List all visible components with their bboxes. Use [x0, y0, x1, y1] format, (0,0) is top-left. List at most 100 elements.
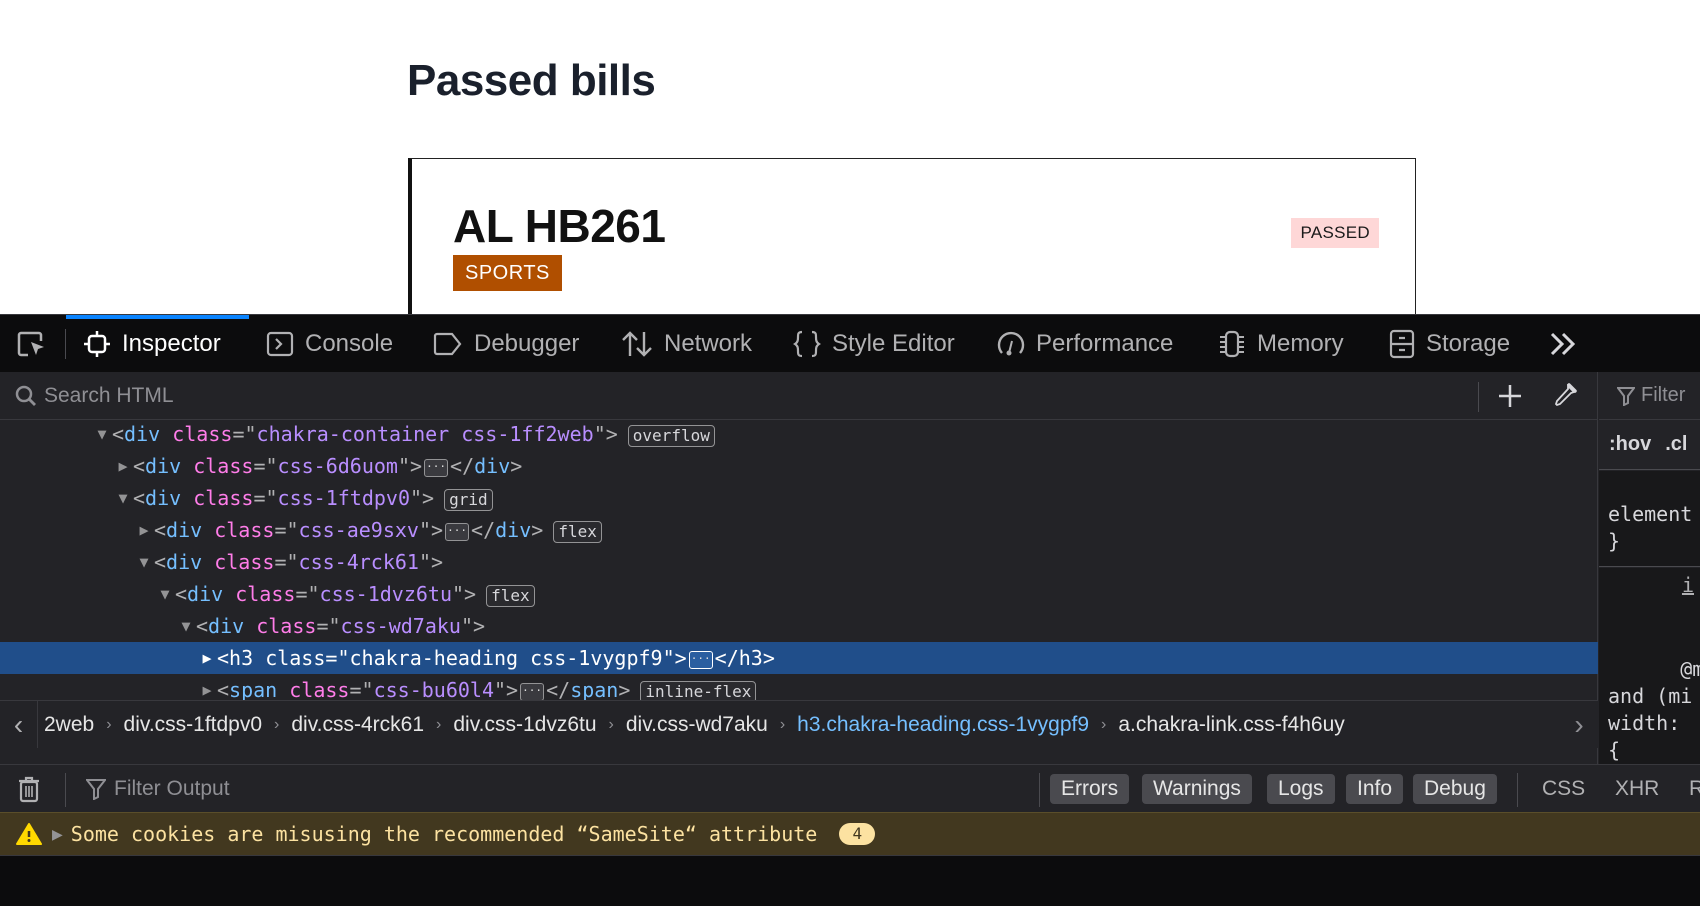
- devtools-panel: Inspector Console Debugger Network Style…: [0, 314, 1700, 906]
- close-tag-name: span: [570, 678, 619, 700]
- rules-filter[interactable]: Filter: [1599, 372, 1700, 420]
- element-rule: element }: [1599, 471, 1700, 567]
- attr-end: ">: [418, 518, 444, 542]
- level-debug[interactable]: Debug: [1413, 774, 1497, 804]
- plus-icon: [1499, 385, 1521, 407]
- expand-arrow-icon[interactable]: ▶: [197, 674, 217, 700]
- more-tabs-button[interactable]: [1545, 327, 1581, 361]
- tab-performance[interactable]: Performance: [996, 315, 1173, 373]
- tab-label: Performance: [1036, 330, 1174, 357]
- display-badge[interactable]: grid: [444, 488, 493, 511]
- attr-eq: =": [253, 486, 278, 510]
- breadcrumb-item[interactable]: 2web: [38, 713, 100, 737]
- level-info[interactable]: Info: [1346, 774, 1404, 804]
- breadcrumb-item[interactable]: div.css-1ftdpv0: [118, 713, 269, 737]
- tab-label: Network: [664, 330, 753, 357]
- tab-storage[interactable]: Storage: [1388, 315, 1510, 373]
- expand-arrow-icon[interactable]: ▶: [197, 642, 217, 674]
- tree-node[interactable]: ▶ <span class="css-bu60l4"> ··· </span> inli…: [0, 674, 1598, 700]
- attr-eq: =": [274, 518, 299, 542]
- collapse-arrow-icon[interactable]: ▼: [176, 610, 196, 642]
- tag-bracket: <: [217, 678, 230, 700]
- tab-memory[interactable]: Memory: [1217, 315, 1344, 373]
- breadcrumb-scroll-right[interactable]: ›: [1560, 701, 1598, 748]
- tree-node[interactable]: ▼ <div class="chakra-container css-1ff2we…: [0, 420, 1598, 450]
- display-badge[interactable]: flex: [486, 584, 535, 607]
- tree-node[interactable]: ▼ <div class="css-1dvz6tu"> flex: [0, 578, 1598, 610]
- attr-value: css-1ftdpv0: [277, 486, 410, 510]
- tag-bracket: <: [154, 518, 167, 542]
- bill-title-link[interactable]: AL HB261: [453, 199, 666, 253]
- add-node-button[interactable]: [1492, 380, 1528, 412]
- tree-node[interactable]: ▼ <div class="css-1ftdpv0"> grid: [0, 482, 1598, 514]
- breadcrumb-item[interactable]: div.css-1dvz6tu: [447, 713, 602, 737]
- collapsed-children-button[interactable]: ···: [520, 682, 545, 700]
- tree-node[interactable]: ▼ <div class="css-wd7aku">: [0, 610, 1598, 642]
- attr-eq: =": [325, 646, 350, 670]
- display-badge[interactable]: overflow: [627, 424, 715, 447]
- close-bracket: </: [714, 646, 739, 670]
- tag-bracket: <: [175, 582, 188, 606]
- breadcrumb-item[interactable]: a.chakra-link.css-f4h6uy: [1112, 713, 1350, 737]
- tab-label: Style Editor: [832, 330, 955, 357]
- breadcrumb-item[interactable]: h3.chakra-heading.css-1vygpf9: [791, 713, 1095, 737]
- breadcrumb-item[interactable]: div.css-4rck61: [285, 713, 430, 737]
- attr-eq: =": [349, 678, 374, 700]
- filter-xhr[interactable]: XHR: [1615, 774, 1659, 804]
- collapsed-children-button[interactable]: ···: [445, 522, 470, 541]
- page-title: Passed bills: [407, 56, 656, 105]
- rule-source-link[interactable]: i: [1682, 572, 1694, 599]
- tab-inspector[interactable]: Inspector: [82, 315, 221, 373]
- close-bracket: </: [471, 518, 496, 542]
- level-logs[interactable]: Logs: [1267, 774, 1335, 804]
- tree-node[interactable]: ▼ <div class="css-4rck61">: [0, 546, 1598, 578]
- attr-name: class: [214, 518, 275, 542]
- expand-arrow-icon[interactable]: ▶: [52, 826, 63, 843]
- tab-network[interactable]: Network: [620, 315, 752, 373]
- level-errors[interactable]: Errors: [1050, 774, 1130, 804]
- cls-toggle[interactable]: .cl: [1665, 433, 1687, 456]
- tree-node[interactable]: ▶ <div class="css-6d6uom"> ··· </div>: [0, 450, 1598, 482]
- console-message-warning[interactable]: ▶ Some cookies are misusing the recommen…: [0, 812, 1700, 856]
- breadcrumb-separator-icon: ›: [779, 715, 786, 733]
- tag-name: span: [229, 678, 278, 700]
- collapse-arrow-icon[interactable]: ▼: [134, 546, 154, 578]
- console-toolbar: Errors Warnings Logs Info Debug CSS XHR …: [0, 764, 1700, 812]
- filter-output-input[interactable]: [114, 777, 714, 801]
- search-html-input[interactable]: [44, 380, 1464, 412]
- tag-name: div: [187, 582, 224, 606]
- tab-debugger[interactable]: Debugger: [432, 315, 579, 373]
- tag-name: div: [145, 454, 182, 478]
- display-badge[interactable]: flex: [553, 520, 602, 543]
- breadcrumb-scroll-left[interactable]: ‹: [0, 701, 38, 748]
- collapsed-children-button[interactable]: ···: [688, 650, 713, 669]
- filter-requests[interactable]: R: [1689, 774, 1700, 804]
- tab-console[interactable]: Console: [265, 315, 393, 373]
- eyedropper-button[interactable]: [1546, 380, 1582, 412]
- tag-bracket: <: [133, 486, 146, 510]
- memory-icon: [1220, 330, 1244, 358]
- collapse-arrow-icon[interactable]: ▼: [113, 482, 133, 514]
- tree-node[interactable]: ▶ <h3 class="chakra-heading css-1vygpf9">…: [0, 642, 1598, 674]
- display-badge[interactable]: inline-flex: [640, 680, 757, 700]
- expand-arrow-icon[interactable]: ▶: [113, 450, 133, 482]
- hov-toggle[interactable]: :hov: [1609, 433, 1651, 456]
- tab-style-editor[interactable]: Style Editor: [792, 315, 955, 373]
- breadcrumb-item[interactable]: div.css-wd7aku: [620, 713, 774, 737]
- level-warnings[interactable]: Warnings: [1142, 774, 1252, 804]
- tree-node[interactable]: ▶ <div class="css-ae9sxv"> ··· </div> flex: [0, 514, 1598, 546]
- filter-css[interactable]: CSS: [1542, 774, 1585, 804]
- console-input-area[interactable]: [0, 856, 1700, 906]
- collapse-arrow-icon[interactable]: ▼: [155, 578, 175, 610]
- close-tag-name: div: [495, 518, 532, 542]
- expand-arrow-icon[interactable]: ▶: [134, 514, 154, 546]
- element-picker-button[interactable]: [14, 329, 50, 361]
- collapsed-children-button[interactable]: ···: [424, 458, 449, 477]
- status-badge: PASSED: [1291, 218, 1379, 248]
- debugger-icon: [433, 332, 462, 356]
- attr-value: chakra-container css-1ff2web: [256, 422, 594, 446]
- collapse-arrow-icon[interactable]: ▼: [92, 420, 112, 450]
- tag-name: h3: [229, 646, 254, 670]
- console-divider: [65, 773, 66, 807]
- trash-icon[interactable]: [18, 775, 40, 803]
